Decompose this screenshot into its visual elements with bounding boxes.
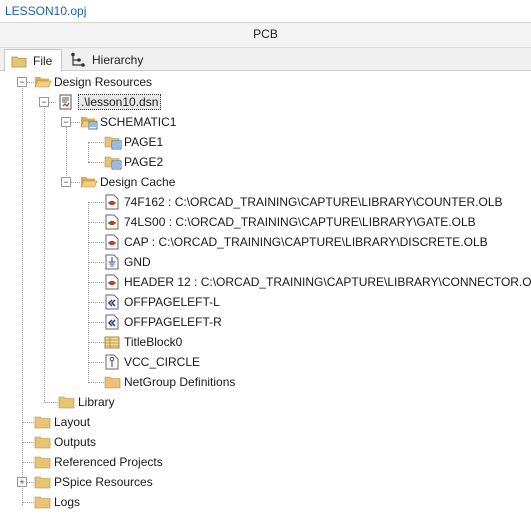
tree-item-label: 74F162 : C:\ORCAD_TRAINING\CAPTURE\LIBRA… — [124, 195, 503, 209]
collapse-dsn-toggle[interactable]: − — [39, 97, 49, 107]
panel-label: PCB — [253, 27, 278, 41]
tree-item-cache-offpageleft-r[interactable]: OFFPAGELEFT-R — [104, 313, 222, 331]
tree-item-pspice-resources[interactable]: PSpice Resources — [34, 473, 153, 491]
schematic-folder-icon — [80, 114, 98, 130]
folder-open-icon — [34, 74, 52, 90]
tree-item-label: 74LS00 : C:\ORCAD_TRAINING\CAPTURE\LIBRA… — [124, 215, 476, 229]
project-tree: − − − − + Design Resources .\lesson10.ds… — [0, 71, 531, 523]
tree-item-cache-74f162[interactable]: 74F162 : C:\ORCAD_TRAINING\CAPTURE\LIBRA… — [104, 193, 503, 211]
tab-hierarchy[interactable]: Hierarchy — [64, 50, 144, 70]
tree-item-library[interactable]: Library — [58, 393, 115, 411]
tree-item-label: Logs — [54, 495, 81, 509]
tree-item-label: PSpice Resources — [54, 475, 153, 489]
power-symbol-icon — [104, 254, 120, 270]
tree-item-logs[interactable]: Logs — [34, 493, 80, 511]
tree-item-label: HEADER 12 : C:\ORCAD_TRAINING\CAPTURE\LI… — [124, 275, 531, 289]
tree-item-dsn-file[interactable]: .\lesson10.dsn — [58, 93, 162, 111]
tree-item-label: CAP : C:\ORCAD_TRAINING\CAPTURE\LIBRARY\… — [124, 235, 488, 249]
tab-file-label: File — [33, 53, 53, 68]
tree-item-label: PAGE2 — [124, 155, 164, 169]
tab-file[interactable]: File — [4, 49, 62, 72]
page-icon — [104, 134, 122, 150]
tree-item-page2[interactable]: PAGE2 — [104, 153, 163, 171]
tree-item-label: SCHEMATIC1 — [100, 115, 177, 129]
tree-item-schematic[interactable]: SCHEMATIC1 — [80, 113, 176, 131]
collapse-design-resources-toggle[interactable]: − — [17, 77, 27, 87]
tree-item-cache-cap[interactable]: CAP : C:\ORCAD_TRAINING\CAPTURE\LIBRARY\… — [104, 233, 488, 251]
tree-item-label: GND — [124, 255, 151, 269]
tree-item-label: Library — [78, 395, 115, 409]
window-titlebar: LESSON10.opj — [0, 0, 531, 23]
page-icon — [104, 154, 122, 170]
folder-icon — [34, 414, 51, 430]
tree-item-referenced-projects[interactable]: Referenced Projects — [34, 453, 163, 471]
tree-item-label: Design Resources — [54, 75, 153, 89]
part-icon — [104, 194, 120, 210]
tree-item-design-cache[interactable]: Design Cache — [80, 173, 175, 191]
offpage-connector-icon — [104, 314, 120, 330]
folder-icon — [11, 54, 27, 68]
tree-item-label: Layout — [54, 415, 91, 429]
design-file-icon — [58, 94, 74, 110]
tab-hierarchy-label: Hierarchy — [92, 53, 144, 67]
expand-pspice-toggle[interactable]: + — [17, 477, 27, 487]
tree-item-design-resources[interactable]: Design Resources — [34, 73, 152, 91]
window-title: LESSON10.opj — [5, 4, 87, 18]
part-icon — [104, 214, 120, 230]
tree-item-cache-vcc-circle[interactable]: VCC_CIRCLE — [104, 353, 200, 371]
tree-item-layout[interactable]: Layout — [34, 413, 90, 431]
tree-item-label: Design Cache — [100, 175, 176, 189]
tree-item-label: VCC_CIRCLE — [124, 355, 201, 369]
tree-item-label: PAGE1 — [124, 135, 164, 149]
folder-icon — [104, 374, 121, 390]
tree-item-label: Outputs — [54, 435, 97, 449]
tree-item-label: OFFPAGELEFT-L — [124, 295, 220, 309]
tree-item-cache-header12[interactable]: HEADER 12 : C:\ORCAD_TRAINING\CAPTURE\LI… — [104, 273, 531, 291]
hierarchy-icon — [70, 52, 86, 68]
part-icon — [104, 274, 120, 290]
tree-item-outputs[interactable]: Outputs — [34, 433, 96, 451]
folder-open-icon — [80, 174, 98, 190]
collapse-schematic-toggle[interactable]: − — [61, 117, 71, 127]
collapse-design-cache-toggle[interactable]: − — [61, 177, 71, 187]
part-icon — [104, 234, 120, 250]
tree-item-cache-titleblock0[interactable]: TitleBlock0 — [104, 333, 182, 351]
tree-item-page1[interactable]: PAGE1 — [104, 133, 163, 151]
tree-item-label: TitleBlock0 — [124, 335, 183, 349]
folder-icon — [34, 434, 51, 450]
power-symbol-icon — [104, 354, 120, 370]
tree-item-label: .\lesson10.dsn — [78, 94, 162, 110]
offpage-connector-icon — [104, 294, 120, 310]
folder-icon — [58, 394, 75, 410]
tree-item-netgroup-definitions[interactable]: NetGroup Definitions — [104, 373, 235, 391]
tree-item-label: OFFPAGELEFT-R — [124, 315, 222, 329]
title-block-icon — [104, 334, 120, 350]
tree-item-label: Referenced Projects — [54, 455, 163, 469]
folder-icon — [34, 474, 51, 490]
tree-item-cache-gnd[interactable]: GND — [104, 253, 151, 271]
folder-icon — [34, 494, 51, 510]
tree-item-label: NetGroup Definitions — [124, 375, 236, 389]
tree-item-cache-offpageleft-l[interactable]: OFFPAGELEFT-L — [104, 293, 220, 311]
folder-icon — [34, 454, 51, 470]
tree-item-cache-74ls00[interactable]: 74LS00 : C:\ORCAD_TRAINING\CAPTURE\LIBRA… — [104, 213, 476, 231]
